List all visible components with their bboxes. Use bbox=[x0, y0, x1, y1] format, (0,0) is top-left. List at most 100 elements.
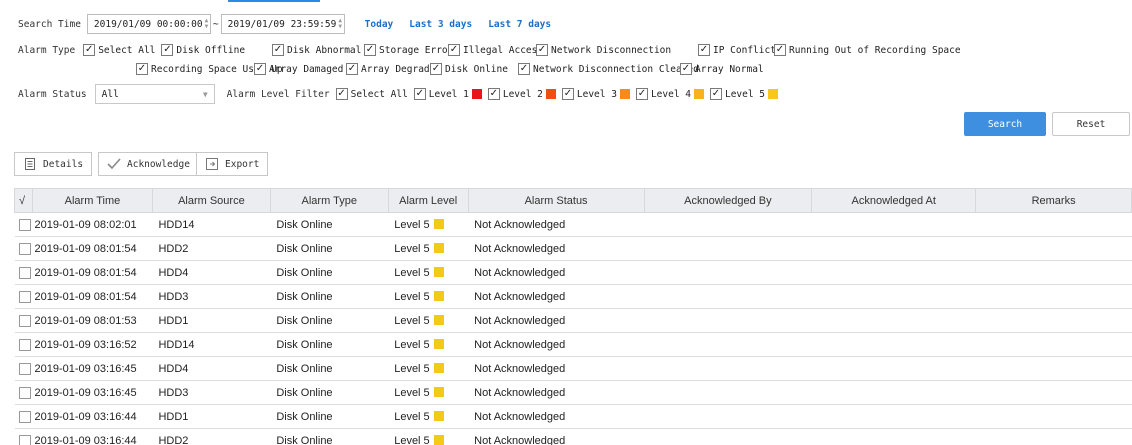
row-checkbox-cell[interactable] bbox=[14, 284, 33, 309]
alarm-status-text: Not Acknowledged bbox=[474, 338, 566, 351]
quick-today-link[interactable]: Today bbox=[365, 19, 394, 30]
checkmark-icon: ✓ bbox=[413, 88, 426, 100]
checkbox-label: Select All bbox=[350, 88, 408, 100]
end-time-input[interactable]: 2019/01/09 23:59:59 ▲ ▼ bbox=[220, 14, 345, 34]
table-row[interactable]: 2019-01-09 08:01:54 HDD4 Disk Online Level … bbox=[14, 260, 1132, 285]
row-checkbox[interactable] bbox=[18, 314, 31, 327]
details-label: Details bbox=[43, 158, 84, 170]
alarm-type-network-disconnection-checkbox[interactable]: ✓ Network Disconnection bbox=[536, 44, 671, 56]
checkmark-icon: ✓ bbox=[487, 88, 500, 100]
column-header[interactable]: Alarm Time bbox=[31, 188, 153, 213]
row-checkbox-cell[interactable] bbox=[14, 332, 33, 357]
row-checkbox-cell[interactable] bbox=[14, 236, 33, 261]
level-3-checkbox[interactable]: ✓ Level 3 bbox=[561, 88, 630, 100]
alarm-type-select-all-checkbox[interactable]: ✓ Select All bbox=[83, 44, 155, 56]
alarm-type-disk-online-checkbox[interactable]: ✓ Disk Online bbox=[430, 63, 508, 75]
check-icon bbox=[107, 157, 121, 171]
row-checkbox-cell[interactable] bbox=[14, 260, 33, 285]
level-1-checkbox[interactable]: ✓ Level 1 bbox=[413, 88, 482, 100]
alarm-type-text: Disk Online bbox=[276, 218, 333, 231]
alarm-type-disk-offline-checkbox[interactable]: ✓ Disk Offline bbox=[161, 44, 245, 56]
level-5-checkbox[interactable]: ✓ Level 5 bbox=[709, 88, 779, 100]
row-checkbox[interactable] bbox=[18, 338, 31, 351]
alarm-type-disk-abnormal-checkbox[interactable]: ✓ Disk Abnormal bbox=[272, 44, 361, 56]
level-2-checkbox[interactable]: ✓ Level 2 bbox=[487, 88, 556, 100]
row-checkbox-cell[interactable] bbox=[14, 308, 33, 333]
row-checkbox[interactable] bbox=[18, 434, 31, 445]
column-header[interactable]: Alarm Status bbox=[467, 188, 645, 213]
alarm-status-text: Not Acknowledged bbox=[474, 434, 566, 445]
reset-button[interactable]: Reset bbox=[1052, 112, 1130, 136]
column-header[interactable]: Alarm Level bbox=[387, 188, 469, 213]
table-row[interactable]: 2019-01-09 03:16:45 HDD4 Disk Online Level … bbox=[14, 356, 1132, 381]
alarm-status-text: Not Acknowledged bbox=[474, 386, 566, 399]
alarm-type-ip-conflict-checkbox[interactable]: ✓ IP Conflict bbox=[698, 44, 776, 56]
details-button[interactable]: Details bbox=[14, 152, 93, 176]
checkbox-label: Network Disconnection Cleared bbox=[533, 63, 699, 75]
row-checkbox[interactable] bbox=[18, 242, 31, 255]
column-header[interactable]: Acknowledged At bbox=[811, 188, 977, 213]
select-all-rows-header[interactable]: √ bbox=[14, 188, 33, 213]
alarm-source-cell: HDD1 bbox=[152, 308, 271, 333]
row-checkbox-cell[interactable] bbox=[14, 212, 33, 237]
acknowledged-at-cell bbox=[811, 212, 976, 237]
acknowledged-at-cell bbox=[811, 428, 976, 445]
alarm-type-network-cleared-checkbox[interactable]: ✓ Network Disconnection Cleared bbox=[518, 63, 699, 75]
alarm-status-text: Not Acknowledged bbox=[474, 362, 566, 375]
row-checkbox[interactable] bbox=[18, 362, 31, 375]
alarm-level-cell: Level 5 bbox=[388, 212, 469, 237]
row-checkbox[interactable] bbox=[18, 290, 31, 303]
acknowledge-button[interactable]: Acknowledge bbox=[98, 152, 199, 176]
row-checkbox[interactable] bbox=[18, 218, 31, 231]
table-row[interactable]: 2019-01-09 03:16:44 HDD1 Disk Online Level … bbox=[14, 404, 1132, 429]
table-row[interactable]: 2019-01-09 08:01:53 HDD1 Disk Online Level … bbox=[14, 308, 1132, 333]
level-select-all-checkbox[interactable]: ✓ Select All bbox=[335, 88, 408, 100]
quick-last-7-days-link[interactable]: Last 7 days bbox=[488, 19, 551, 30]
start-time-spinner[interactable]: ▲ ▼ bbox=[205, 15, 209, 33]
alarm-type-array-normal-checkbox[interactable]: ✓ Array Normal bbox=[680, 63, 764, 75]
alarm-source-text: HDD1 bbox=[158, 410, 189, 423]
column-header[interactable]: Alarm Type bbox=[269, 188, 389, 213]
row-checkbox-cell[interactable] bbox=[14, 404, 33, 429]
alarm-type-cell: Disk Online bbox=[270, 428, 389, 445]
alarm-time-text: 2019-01-09 08:01:54 bbox=[34, 242, 137, 255]
end-time-spinner[interactable]: ▲ ▼ bbox=[338, 15, 342, 33]
row-checkbox-cell[interactable] bbox=[14, 380, 33, 405]
table-row[interactable]: 2019-01-09 03:16:45 HDD3 Disk Online Level … bbox=[14, 380, 1132, 405]
table-row[interactable]: 2019-01-09 08:01:54 HDD3 Disk Online Level … bbox=[14, 284, 1132, 309]
alarm-type-running-out-space-checkbox[interactable]: ✓ Running Out of Recording Space bbox=[774, 44, 961, 56]
alarm-status-cell: Not Acknowledged bbox=[468, 260, 644, 285]
table-row[interactable]: 2019-01-09 03:16:44 HDD2 Disk Online Level … bbox=[14, 428, 1132, 445]
acknowledged-by-cell bbox=[644, 356, 812, 381]
alarm-time-cell: 2019-01-09 08:01:54 bbox=[32, 236, 153, 261]
export-icon bbox=[205, 157, 219, 171]
alarm-status-cell: Not Acknowledged bbox=[468, 428, 644, 445]
level-4-checkbox[interactable]: ✓ Level 4 bbox=[635, 88, 704, 100]
alarm-type-illegal-access-checkbox[interactable]: ✓ Illegal Access bbox=[448, 44, 543, 56]
checkbox-label: Illegal Access bbox=[463, 44, 544, 56]
alarm-type-array-degraded-checkbox[interactable]: ✓ Array Degraded bbox=[346, 63, 441, 75]
column-header[interactable]: Remarks bbox=[975, 188, 1132, 213]
table-row[interactable]: 2019-01-09 03:16:52 HDD14 Disk Online Level… bbox=[14, 332, 1132, 357]
row-checkbox-cell[interactable] bbox=[14, 356, 33, 381]
quick-last-3-days-link[interactable]: Last 3 days bbox=[409, 19, 472, 30]
column-header[interactable]: Acknowledged By bbox=[643, 188, 813, 213]
alarm-type-storage-error-checkbox[interactable]: ✓ Storage Error bbox=[364, 44, 453, 56]
alarm-status-select[interactable]: All ▼ bbox=[94, 84, 215, 104]
alarm-level-text: Level 5 bbox=[394, 218, 430, 231]
start-time-input[interactable]: 2019/01/09 00:00:00 ▲ ▼ bbox=[86, 14, 211, 34]
alarm-type-cell: Disk Online bbox=[270, 404, 389, 429]
search-button[interactable]: Search bbox=[964, 112, 1046, 136]
export-button[interactable]: Export bbox=[196, 152, 269, 176]
alarm-type-cell: Disk Online bbox=[270, 212, 389, 237]
row-checkbox[interactable] bbox=[18, 410, 31, 423]
checkbox-label: Level 2 bbox=[502, 88, 543, 100]
alarm-type-array-damaged-checkbox[interactable]: ✓ Array Damaged bbox=[254, 63, 343, 75]
row-checkbox-cell[interactable] bbox=[14, 428, 33, 445]
row-checkbox[interactable] bbox=[18, 386, 31, 399]
column-header[interactable]: Alarm Source bbox=[151, 188, 271, 213]
table-row[interactable]: 2019-01-09 08:01:54 HDD2 Disk Online Level … bbox=[14, 236, 1132, 261]
alarm-table: √ Alarm Time Alarm Source Alarm Type Ala… bbox=[14, 188, 1132, 445]
row-checkbox[interactable] bbox=[18, 266, 31, 279]
table-row[interactable]: 2019-01-09 08:02:01 HDD14 Disk Online Level… bbox=[14, 212, 1132, 237]
